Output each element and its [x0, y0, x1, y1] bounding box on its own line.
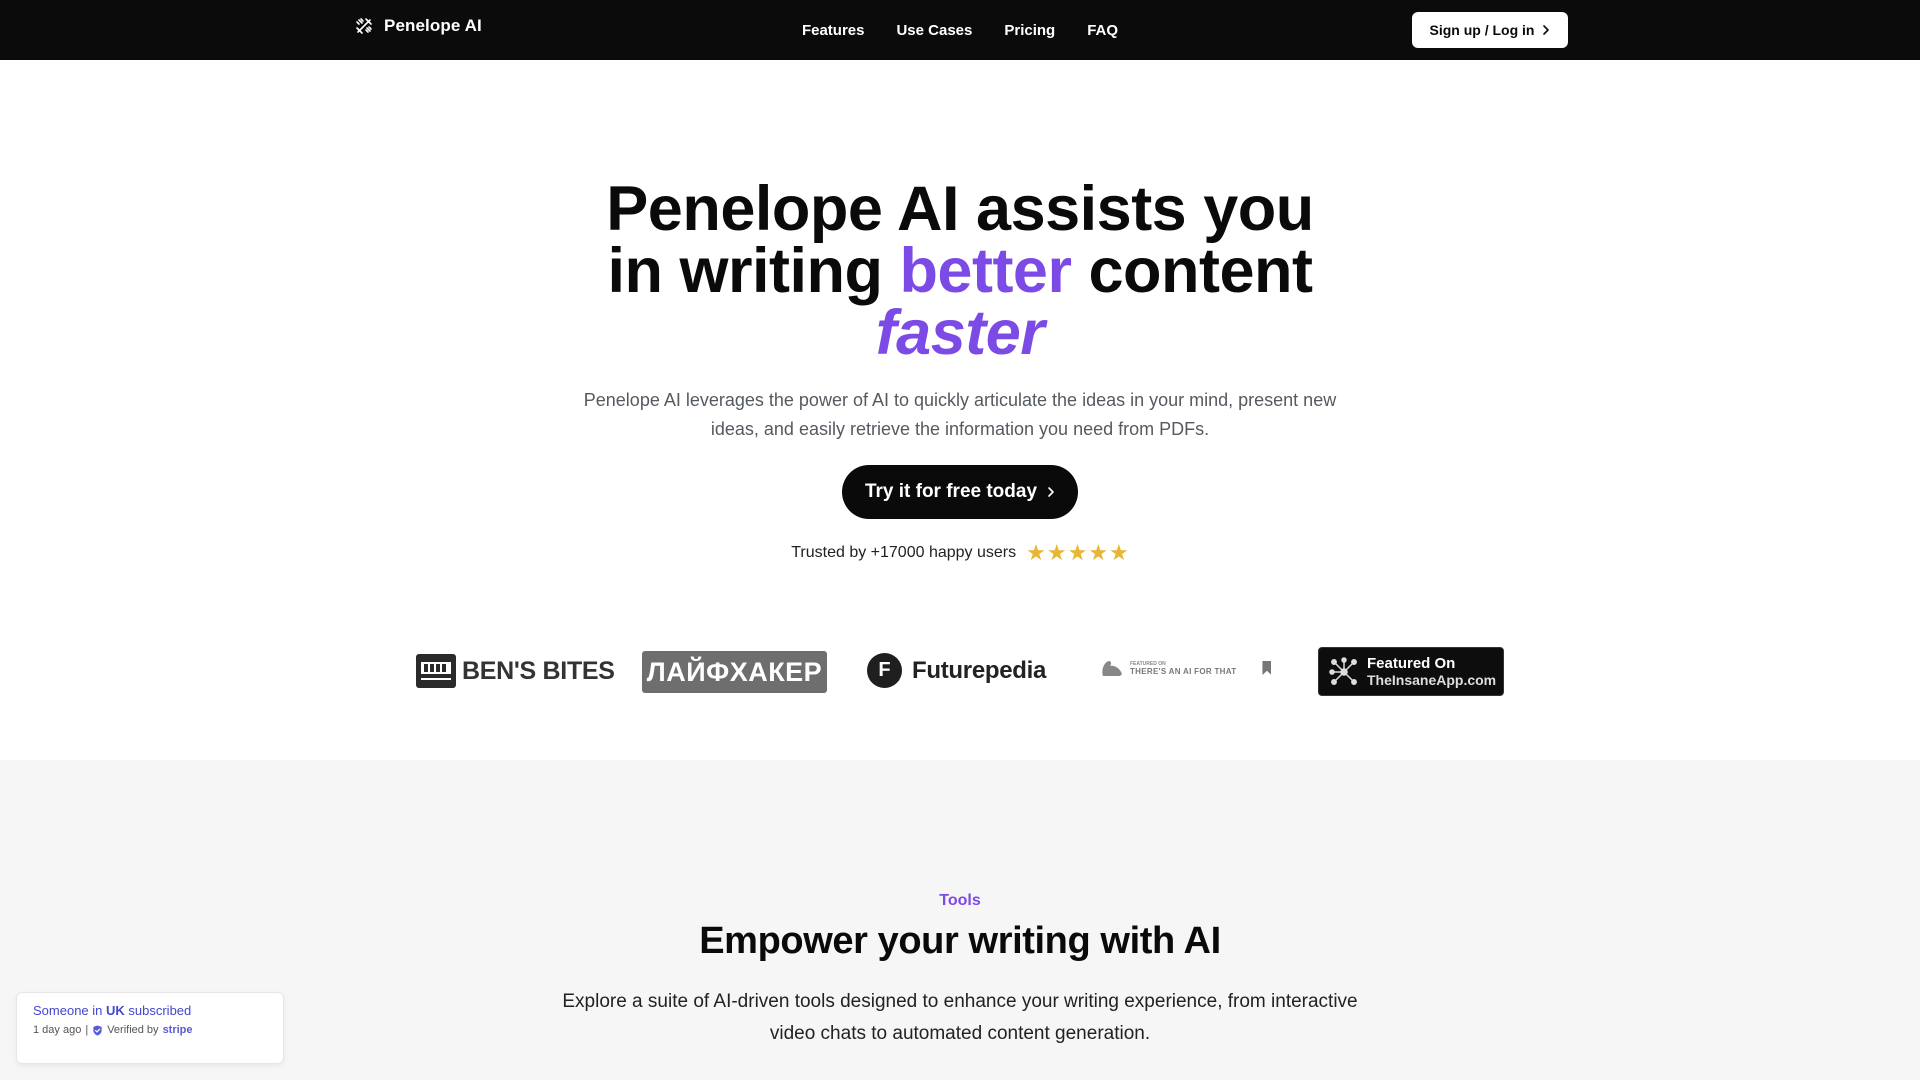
hero-title-line3: faster	[875, 298, 1045, 368]
hero-title-line2-a: in writing	[607, 236, 900, 306]
insane-app-name: TheInsaneApp.com	[1367, 671, 1497, 688]
logo-theinsaneapp[interactable]: Featured On TheInsaneApp.com	[1318, 647, 1504, 696]
star-icon: ★	[1067, 540, 1088, 565]
hero-title-accent: better	[899, 236, 1072, 306]
nav-link-pricing[interactable]: Pricing	[1004, 22, 1055, 39]
chevron-right-icon	[1543, 25, 1550, 35]
logo-lifehacker[interactable]: ЛАЙФХАКЕР	[642, 651, 827, 693]
futurepedia-wordmark: Futurepedia	[912, 656, 1047, 684]
logo-futurepedia[interactable]: F Futurepedia	[867, 653, 1046, 688]
signup-login-label: Sign up / Log in	[1429, 22, 1535, 38]
futurepedia-icon: F	[867, 653, 902, 688]
trust-text: Trusted by +17000 happy users	[791, 544, 1017, 561]
toast-country: UK	[106, 1003, 125, 1018]
toast-prefix: Someone in	[33, 1003, 106, 1018]
nav-link-features[interactable]: Features	[802, 22, 865, 39]
hero-title-line1: Penelope AI assists you	[606, 174, 1314, 244]
toast-suffix: subscribed	[124, 1003, 192, 1018]
toast-meta: 1 day ago | Verified by stripe	[33, 1024, 267, 1036]
nav-link-faq[interactable]: FAQ	[1087, 22, 1118, 39]
logo-bens-bites[interactable]: BEN'S BITES	[416, 654, 615, 688]
insane-app-icon	[1329, 656, 1357, 685]
tools-section: Tools Empower your writing with AI Explo…	[0, 760, 1920, 1080]
stripe-wordmark: stripe	[162, 1024, 193, 1036]
top-nav: Penelope AI Features Use Cases Pricing F…	[0, 0, 1920, 60]
try-free-label: Try it for free today	[864, 481, 1038, 502]
star-icon: ★	[1109, 540, 1129, 565]
rating-stars: ★ ★ ★ ★ ★	[1026, 542, 1129, 564]
aift-name: THERE'S AN AI FOR THAT	[1130, 667, 1237, 676]
bookmark-icon	[1262, 661, 1272, 675]
aift-wordmark: FEATURED ON THERE'S AN AI FOR THAT	[1130, 660, 1236, 676]
toast-message: Someone in UK subscribed	[33, 1003, 267, 1018]
signup-login-button[interactable]: Sign up / Log in	[1412, 12, 1568, 48]
subscription-toast[interactable]: Someone in UK subscribed 1 day ago | Ver…	[16, 992, 284, 1064]
hero-title: Penelope AI assists you in writing bette…	[0, 178, 1920, 365]
chevron-right-icon	[1048, 487, 1054, 497]
verified-check-icon	[93, 1024, 102, 1036]
star-icon: ★	[1046, 540, 1067, 565]
bens-bites-icon	[416, 654, 456, 688]
tools-description: Explore a suite of AI-driven tools desig…	[562, 991, 1358, 1044]
insane-featured-on: Featured On	[1367, 654, 1456, 672]
toast-separator: |	[85, 1024, 89, 1036]
featured-logos: BEN'S BITES ЛАЙФХАКЕР F Futurepedia FEAT…	[0, 646, 1920, 696]
hero-subtitle: Penelope AI leverages the power of AI to…	[583, 390, 1337, 439]
toast-verified-label: Verified by	[107, 1024, 159, 1036]
tools-title: Empower your writing with AI	[699, 920, 1221, 962]
lifehacker-wordmark: ЛАЙФХАКЕР	[646, 656, 823, 687]
hero-title-line2-b: content	[1071, 236, 1314, 306]
star-icon: ★	[1088, 540, 1109, 565]
brand-name: Penelope AI	[384, 16, 482, 35]
logo-theres-an-ai-for-that[interactable]: FEATURED ON THERE'S AN AI FOR THAT	[1100, 658, 1272, 678]
bens-bites-wordmark: BEN'S BITES	[462, 656, 615, 685]
trust-row: Trusted by +17000 happy users ★ ★ ★ ★ ★	[0, 542, 1920, 564]
try-free-button[interactable]: Try it for free today	[842, 465, 1078, 519]
insane-app-wordmark: Featured On TheInsaneApp.com	[1367, 655, 1496, 689]
tools-eyebrow: Tools	[939, 892, 981, 909]
brand-logo-icon	[356, 18, 372, 34]
nav-link-use-cases[interactable]: Use Cases	[896, 22, 972, 39]
star-icon: ★	[1026, 540, 1046, 565]
toast-time: 1 day ago	[33, 1024, 82, 1036]
brand[interactable]: Penelope AI	[354, 16, 482, 36]
main-nav: Features Use Cases Pricing FAQ	[0, 0, 1920, 60]
aift-arm-icon	[1102, 661, 1122, 676]
